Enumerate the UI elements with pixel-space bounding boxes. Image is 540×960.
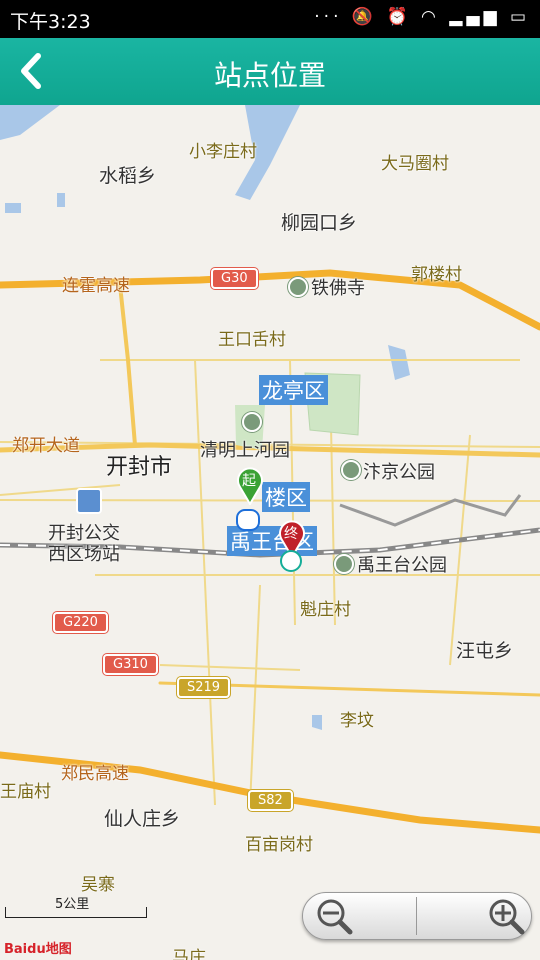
place-dama: 大马圈村 bbox=[381, 154, 449, 174]
battery-icon: ▭ bbox=[509, 7, 530, 27]
place-kaifeng: 开封市 bbox=[106, 455, 173, 480]
baidu-logo: Baidu地图 bbox=[4, 942, 72, 957]
signal-icon: ▂▄▆ bbox=[449, 7, 501, 27]
end-marker-label: 终 bbox=[284, 526, 298, 542]
title-bar: 站点位置 bbox=[0, 38, 540, 105]
place-guolou: 郭楼村 bbox=[411, 265, 462, 285]
place-mazhuang: 马庄 bbox=[172, 948, 206, 960]
bus-station-icon bbox=[76, 488, 102, 514]
district-gulou: 楼区 bbox=[262, 482, 310, 512]
status-bar: 下午3:23 ··· 🔕 ⏰ ◠ ▂▄▆ ▭ bbox=[0, 0, 540, 38]
temple-icon bbox=[288, 277, 308, 297]
place-shuidao: 水稻乡 bbox=[99, 165, 157, 187]
zoom-control bbox=[302, 892, 532, 940]
zoom-in-button[interactable] bbox=[417, 893, 531, 939]
walk-icon bbox=[280, 550, 302, 572]
place-qingming: 清明上河园 bbox=[200, 440, 290, 461]
zoom-out-button[interactable] bbox=[303, 893, 417, 939]
road-zhengkai: 郑开大道 bbox=[12, 436, 80, 456]
place-xianrenzhuang: 仙人庄乡 bbox=[104, 808, 181, 830]
shield-g30: G30 bbox=[211, 268, 258, 289]
shield-s219: S219 bbox=[177, 677, 231, 698]
start-marker[interactable]: 起 bbox=[236, 467, 264, 506]
alarm-icon: ⏰ bbox=[386, 7, 412, 27]
place-tiefosi: 铁佛寺 bbox=[311, 278, 365, 299]
bus-stop-icon bbox=[236, 509, 260, 531]
scale-bar bbox=[5, 907, 147, 918]
place-xiaolizhuang: 小李庄村 bbox=[189, 142, 257, 162]
status-time: 下午3:23 bbox=[10, 11, 91, 33]
place-wuzhai: 吴寨 bbox=[81, 875, 115, 895]
place-bianjing: 汴京公园 bbox=[363, 462, 435, 483]
shield-g220: G220 bbox=[53, 612, 108, 633]
park-icon bbox=[334, 554, 354, 574]
place-wangtun: 汪屯乡 bbox=[456, 640, 514, 662]
start-marker-label: 起 bbox=[242, 473, 256, 489]
park-icon bbox=[341, 460, 361, 480]
zoom-in-icon bbox=[489, 899, 525, 935]
place-ligou: 李坟 bbox=[340, 711, 374, 731]
shield-g310: G310 bbox=[103, 654, 158, 675]
zoom-out-icon bbox=[317, 899, 353, 935]
mute-icon: 🔕 bbox=[351, 7, 378, 27]
place-wangkoushe: 王口舌村 bbox=[218, 330, 286, 350]
place-wangmiao: 王庙村 bbox=[0, 782, 51, 802]
park-icon bbox=[242, 412, 262, 432]
page-title: 站点位置 bbox=[213, 59, 326, 92]
place-baimiaogang: 百亩岗村 bbox=[245, 835, 313, 855]
wifi-icon: ◠ bbox=[421, 7, 440, 27]
status-icons: ··· 🔕 ⏰ ◠ ▂▄▆ ▭ bbox=[314, 7, 530, 27]
place-bus-line2: 西区场站 bbox=[48, 544, 120, 565]
place-kuizhuang: 魁庄村 bbox=[300, 600, 351, 620]
map-view[interactable]: 小李庄村 大马圈村 水稻乡 柳园口乡 连霍高速 G30 铁佛寺 郭楼村 王口舌村… bbox=[0, 105, 540, 960]
place-yuwangtai: 禹王台公园 bbox=[357, 555, 447, 576]
place-liuyuankou: 柳园口乡 bbox=[281, 212, 358, 234]
road-lianhuo: 连霍高速 bbox=[62, 276, 130, 296]
district-longting: 龙亭区 bbox=[259, 375, 328, 405]
more-icon: ··· bbox=[314, 7, 343, 27]
road-zhengmin: 郑民高速 bbox=[61, 764, 129, 784]
shield-s82: S82 bbox=[248, 790, 293, 811]
